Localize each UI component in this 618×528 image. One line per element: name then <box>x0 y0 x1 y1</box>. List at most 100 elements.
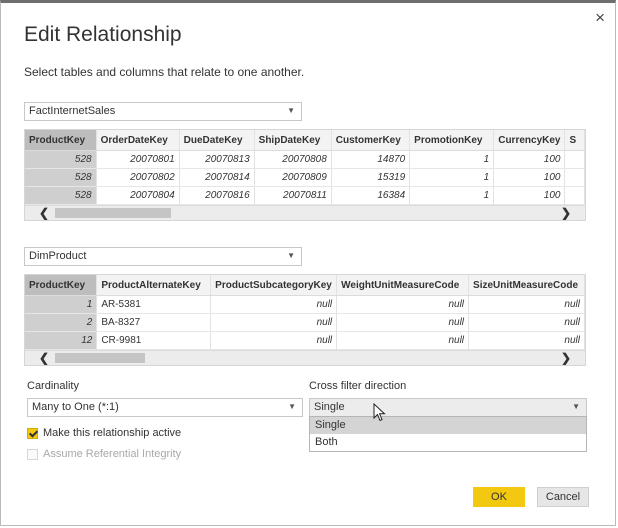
column-header[interactable]: S <box>564 130 585 151</box>
table-cell: null <box>468 295 585 314</box>
column-header[interactable]: CustomerKey <box>331 130 411 151</box>
active-relationship-option[interactable]: Make this relationship active <box>27 427 181 439</box>
table-cell: 100 <box>493 168 566 187</box>
cross-filter-label: Cross filter direction <box>309 380 407 392</box>
table-cell: 20070813 <box>179 150 255 169</box>
chevron-down-icon: ▼ <box>287 106 295 115</box>
column-header[interactable]: DueDateKey <box>179 130 255 151</box>
table2-select[interactable]: DimProduct ▼ <box>24 247 302 266</box>
table-cell <box>564 186 585 205</box>
table-cell: 20070809 <box>254 168 332 187</box>
table-cell: 20070811 <box>254 186 332 205</box>
table2-header-row: ProductKey ProductAlternateKey ProductSubc… <box>25 275 585 296</box>
table-cell: null <box>468 331 585 350</box>
active-relationship-label: Make this relationship active <box>43 427 182 439</box>
table-cell: 20070801 <box>96 150 180 169</box>
cross-filter-option-both[interactable]: Both <box>310 434 586 451</box>
table2-grid: ProductKey ProductAlternateKey ProductSubc… <box>25 275 585 350</box>
table2-select-value: DimProduct <box>29 250 87 262</box>
table1-preview: ProductKey OrderDateKey DueDateKey ShipDate… <box>24 129 586 221</box>
referential-integrity-checkbox[interactable] <box>27 448 38 460</box>
column-header[interactable]: ProductSubcategoryKey <box>210 275 338 296</box>
referential-integrity-label: Assume Referential Integrity <box>43 448 182 460</box>
table2-horizontal-scrollbar[interactable]: ❮ ❯ <box>25 350 585 365</box>
table1-grid: ProductKey OrderDateKey DueDateKey ShipDate… <box>25 130 585 205</box>
table-cell: 528 <box>25 150 97 169</box>
ok-button[interactable]: OK <box>473 487 525 507</box>
table-cell: 1 <box>409 168 495 187</box>
active-relationship-checkbox[interactable] <box>27 427 38 439</box>
dialog-subtitle: Select tables and columns that relate to… <box>24 65 305 79</box>
column-header[interactable]: ProductKey <box>25 130 97 151</box>
chevron-down-icon: ▼ <box>572 402 580 411</box>
table-row: 528 20070801 20070813 20070808 14870 1 100 <box>25 150 585 169</box>
table1-select-value: FactInternetSales <box>29 105 116 117</box>
scroll-right-icon[interactable]: ❯ <box>561 206 571 220</box>
table-cell: null <box>210 331 338 350</box>
table-cell: 100 <box>493 150 566 169</box>
column-header[interactable]: CurrencyKey <box>493 130 566 151</box>
table-cell: 100 <box>493 186 566 205</box>
dialog-title: Edit Relationship <box>24 23 182 46</box>
referential-integrity-option[interactable]: Assume Referential Integrity <box>27 448 181 460</box>
cross-filter-dropdown-list: Single Both <box>309 416 587 452</box>
column-header[interactable]: SizeUnitMeasureCode <box>468 275 585 296</box>
scrollbar-thumb[interactable] <box>55 353 145 363</box>
table-cell: 16384 <box>331 186 411 205</box>
scroll-right-icon[interactable]: ❯ <box>561 351 571 365</box>
table-cell: 20070804 <box>96 186 180 205</box>
column-header[interactable]: WeightUnitMeasureCode <box>336 275 470 296</box>
table-row: 2 BA-8327 null null null <box>25 313 585 332</box>
table-cell: 20070802 <box>96 168 180 187</box>
table-cell: 15319 <box>331 168 411 187</box>
column-header[interactable]: OrderDateKey <box>96 130 180 151</box>
table-row: 528 20070802 20070814 20070809 15319 1 100 <box>25 168 585 187</box>
cross-filter-select[interactable]: Single ▼ <box>309 398 587 417</box>
table-cell: 12 <box>25 331 98 350</box>
column-header[interactable]: ShipDateKey <box>254 130 332 151</box>
table-cell: 2 <box>25 313 98 332</box>
table-cell: 528 <box>25 186 97 205</box>
table-cell: CR-9981 <box>96 331 212 350</box>
table-cell: 528 <box>25 168 97 187</box>
close-icon[interactable]: × <box>595 9 605 26</box>
cardinality-select[interactable]: Many to One (*:1) ▼ <box>27 398 303 417</box>
table-cell: 20070808 <box>254 150 332 169</box>
table-row: 528 20070804 20070816 20070811 16384 1 100 <box>25 186 585 205</box>
cancel-button[interactable]: Cancel <box>537 487 589 507</box>
table-cell: 14870 <box>331 150 411 169</box>
table-cell: 1 <box>409 186 495 205</box>
table-cell: null <box>336 295 470 314</box>
table-row: 12 CR-9981 null null null <box>25 331 585 350</box>
mouse-pointer-icon <box>373 403 386 422</box>
table-cell: null <box>336 331 470 350</box>
column-header[interactable]: ProductKey <box>25 275 98 296</box>
column-header[interactable]: ProductAlternateKey <box>96 275 212 296</box>
table-cell <box>564 168 585 187</box>
table-cell: 1 <box>25 295 98 314</box>
table-cell: 1 <box>409 150 495 169</box>
cardinality-value: Many to One (*:1) <box>32 401 119 413</box>
table-cell: null <box>210 313 338 332</box>
scroll-left-icon[interactable]: ❮ <box>39 351 49 365</box>
table-cell <box>564 150 585 169</box>
cross-filter-option-single[interactable]: Single <box>310 417 586 434</box>
table-cell: 20070814 <box>179 168 255 187</box>
table1-header-row: ProductKey OrderDateKey DueDateKey ShipDate… <box>25 130 585 151</box>
table-cell: null <box>468 313 585 332</box>
table-cell: AR-5381 <box>96 295 212 314</box>
column-header[interactable]: PromotionKey <box>409 130 495 151</box>
chevron-down-icon: ▼ <box>287 251 295 260</box>
table1-select[interactable]: FactInternetSales ▼ <box>24 102 302 121</box>
scrollbar-thumb[interactable] <box>55 208 171 218</box>
table1-horizontal-scrollbar[interactable]: ❮ ❯ <box>25 205 585 220</box>
cross-filter-value: Single <box>314 401 345 413</box>
table2-preview: ProductKey ProductAlternateKey ProductSubc… <box>24 274 586 366</box>
chevron-down-icon: ▼ <box>288 402 296 411</box>
cardinality-label: Cardinality <box>27 380 79 392</box>
scroll-left-icon[interactable]: ❮ <box>39 206 49 220</box>
table-cell: null <box>210 295 338 314</box>
table-cell: null <box>336 313 470 332</box>
edit-relationship-dialog: × Edit Relationship Select tables and co… <box>0 0 616 526</box>
table-cell: BA-8327 <box>96 313 212 332</box>
